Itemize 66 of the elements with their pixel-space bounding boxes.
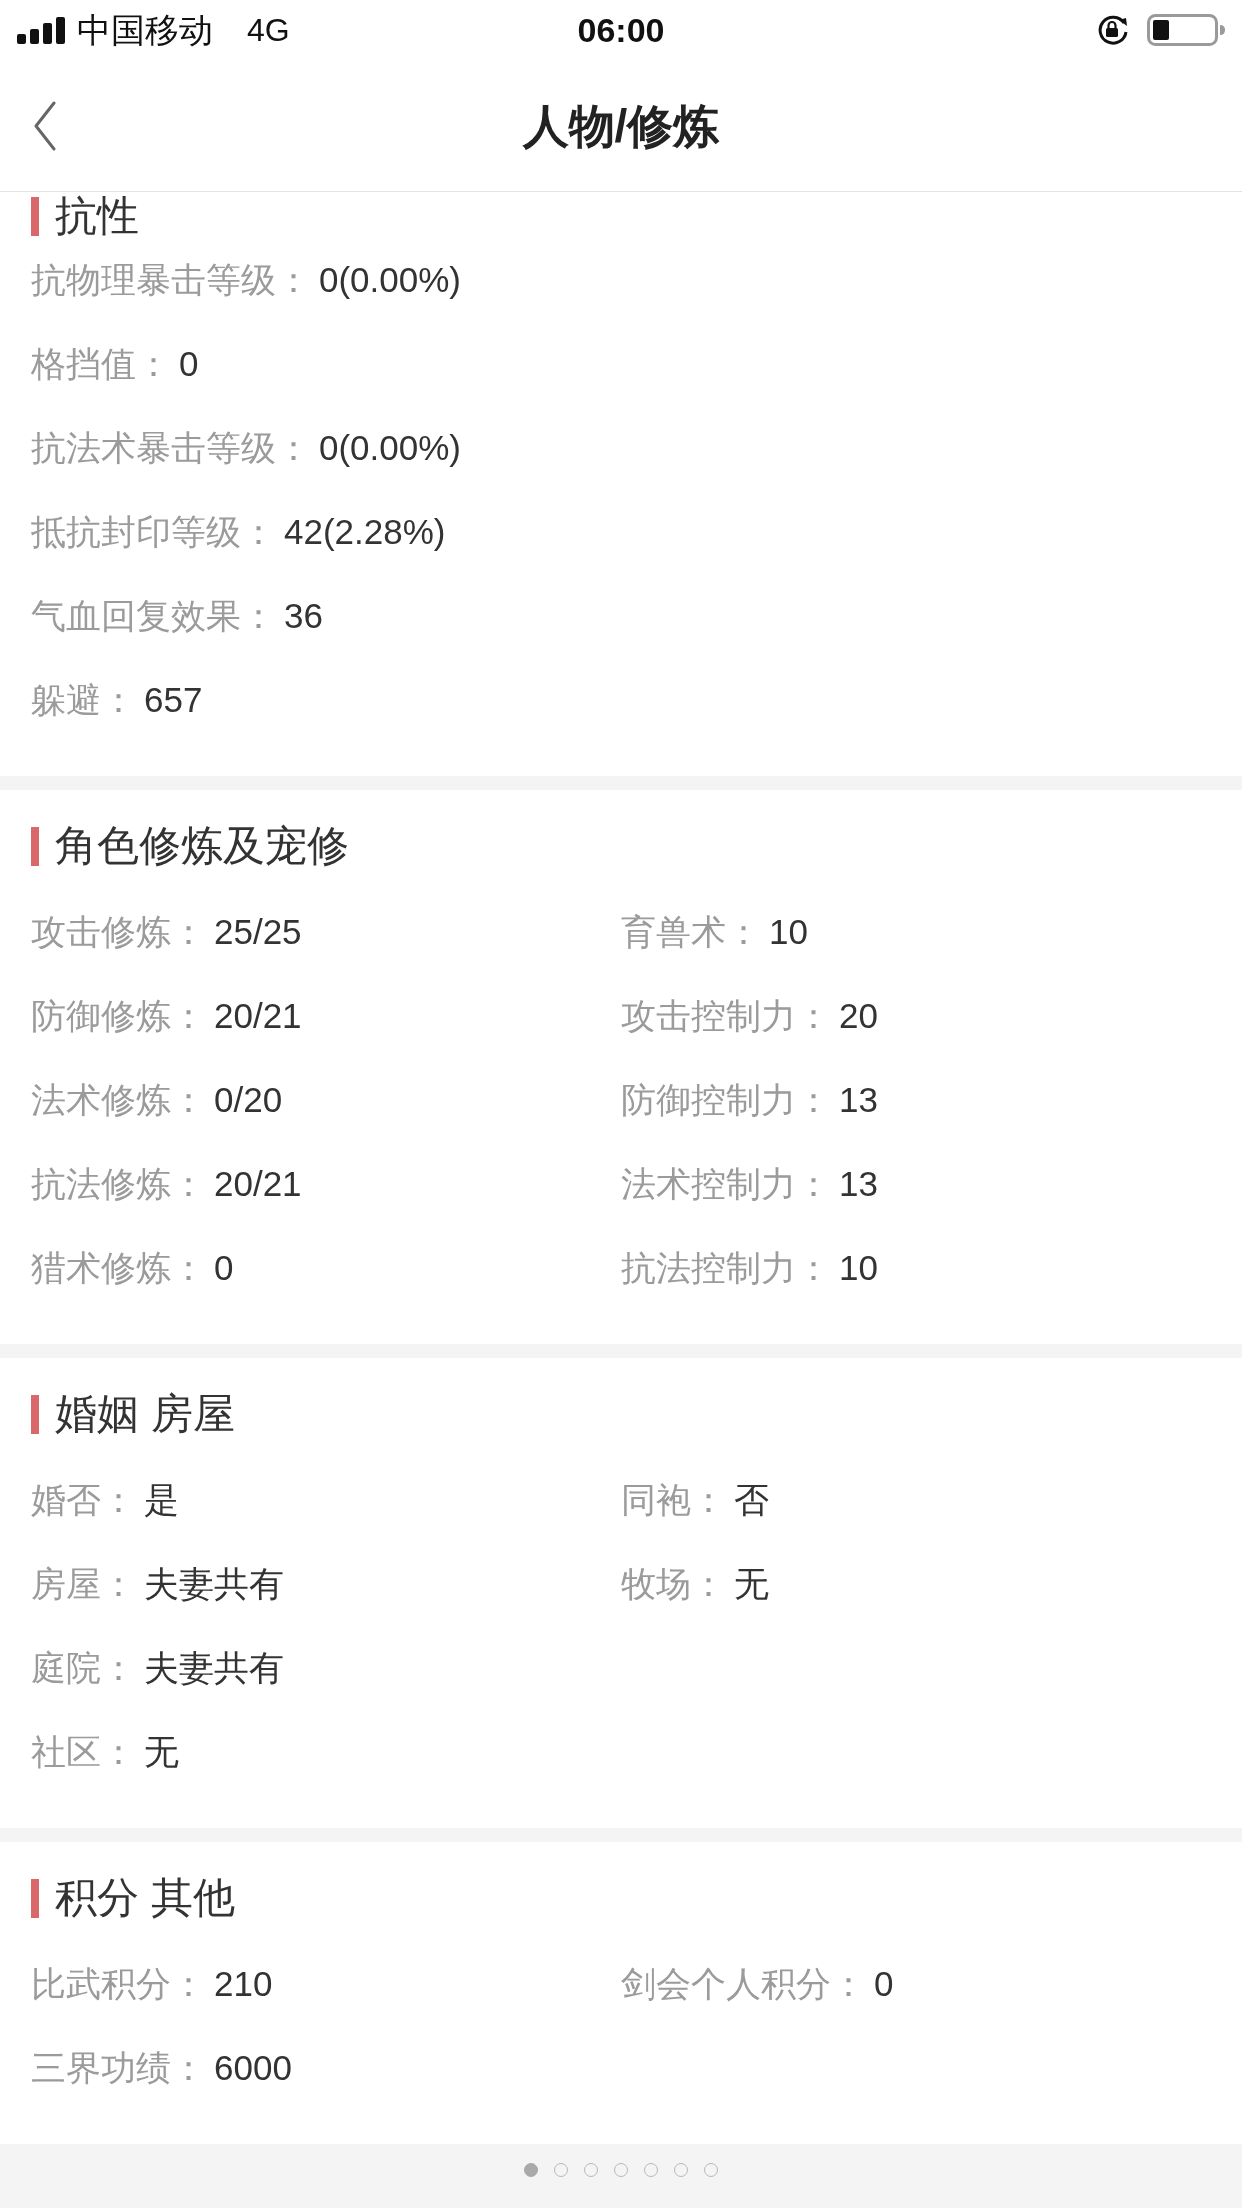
stat-value: 6000 xyxy=(214,2047,292,2089)
page-title: 人物/修炼 xyxy=(522,98,720,154)
stat-value: 无 xyxy=(144,1731,179,1773)
stat-value: 42(2.28%) xyxy=(284,511,446,553)
stat-value: 36 xyxy=(284,595,323,637)
stat-label: 躲避： xyxy=(31,679,136,721)
battery-icon xyxy=(1147,14,1225,46)
back-icon[interactable] xyxy=(33,100,57,151)
section-title: 角色修炼及宠修 xyxy=(55,821,349,871)
stat-value: 20 xyxy=(839,995,878,1037)
stat-value: 否 xyxy=(734,1479,769,1521)
stat-value: 10 xyxy=(769,911,808,953)
stat-label: 格挡值： xyxy=(31,343,171,385)
stat-label: 比武积分： xyxy=(31,1963,206,2005)
stat-label: 抗法控制力： xyxy=(621,1247,831,1289)
accent-marker-icon xyxy=(31,1394,39,1434)
stat-value: 25/25 xyxy=(214,911,302,953)
stat-label: 抵抗封印等级： xyxy=(31,511,276,553)
network-type: 4G xyxy=(247,11,290,50)
stat-label: 抗法修炼： xyxy=(31,1163,206,1205)
stat-value: 夫妻共有 xyxy=(144,1647,284,1689)
stat-value: 0/20 xyxy=(214,1079,283,1121)
stat-value: 20/21 xyxy=(214,1163,302,1205)
stat-label: 婚否： xyxy=(31,1479,136,1521)
stat-value: 0 xyxy=(214,1247,234,1289)
stat-value: 10 xyxy=(839,1247,878,1289)
stat-label: 抗物理暴击等级： xyxy=(31,259,311,301)
accent-marker-icon xyxy=(31,196,39,236)
section-title: 积分 其他 xyxy=(55,1873,235,1923)
stat-value: 是 xyxy=(144,1479,179,1521)
accent-marker-icon xyxy=(31,826,39,866)
stat-value: 210 xyxy=(214,1963,273,2005)
status-time: 06:00 xyxy=(577,10,665,50)
stat-label: 庭院： xyxy=(31,1647,136,1689)
stat-value: 13 xyxy=(839,1079,878,1121)
stat-value: 657 xyxy=(144,679,203,721)
stat-value: 0(0.00%) xyxy=(319,427,462,469)
carrier-name: 中国移动 xyxy=(77,10,213,50)
stat-label: 牧场： xyxy=(621,1563,726,1605)
stat-label: 猎术修炼： xyxy=(31,1247,206,1289)
stat-label: 气血回复效果： xyxy=(31,595,276,637)
stat-label: 抗法术暴击等级： xyxy=(31,427,311,469)
stat-label: 社区： xyxy=(31,1731,136,1773)
stat-value: 0 xyxy=(874,1963,894,2005)
stat-value: 20/21 xyxy=(214,995,302,1037)
stat-label: 法术控制力： xyxy=(621,1163,831,1205)
section-title: 抗性 xyxy=(55,191,139,241)
stat-label: 剑会个人积分： xyxy=(621,1963,866,2005)
stat-label: 防御修炼： xyxy=(31,995,206,1037)
section-title: 婚姻 房屋 xyxy=(55,1389,235,1439)
signal-icon xyxy=(17,16,65,44)
stat-label: 同袍： xyxy=(621,1479,726,1521)
stat-label: 法术修炼： xyxy=(31,1079,206,1121)
stat-label: 攻击修炼： xyxy=(31,911,206,953)
stat-value: 夫妻共有 xyxy=(144,1563,284,1605)
stat-label: 攻击控制力： xyxy=(621,995,831,1037)
stat-label: 育兽术： xyxy=(621,911,761,953)
stat-label: 防御控制力： xyxy=(621,1079,831,1121)
stat-label: 房屋： xyxy=(31,1563,136,1605)
accent-marker-icon xyxy=(31,1878,39,1918)
stat-value: 13 xyxy=(839,1163,878,1205)
stat-value: 0 xyxy=(179,343,199,385)
stat-value: 无 xyxy=(734,1563,769,1605)
stat-value: 0(0.00%) xyxy=(319,259,462,301)
stat-label: 三界功绩： xyxy=(31,2047,206,2089)
page-dot[interactable] xyxy=(524,2163,538,2177)
